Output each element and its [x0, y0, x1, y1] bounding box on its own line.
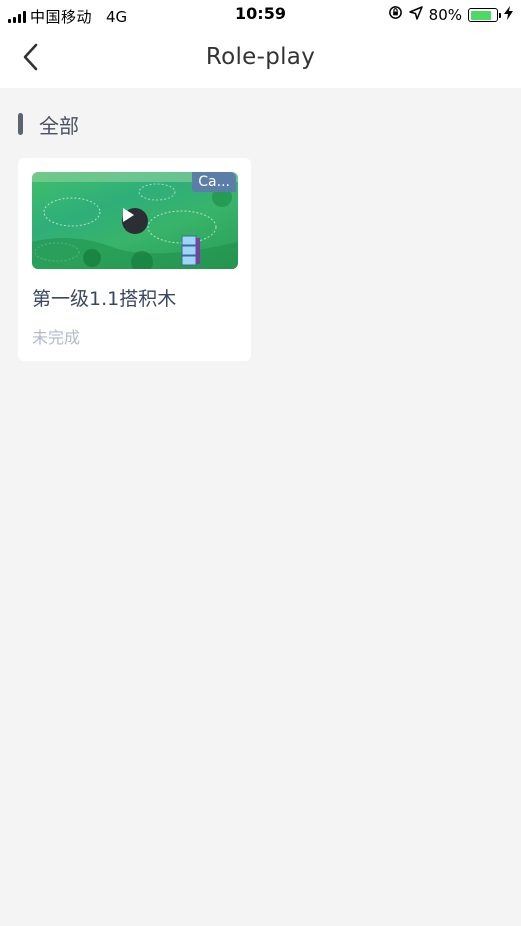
- lesson-status: 未完成: [32, 328, 81, 347]
- page-title: Role-play: [205, 44, 316, 70]
- battery-icon: [468, 8, 501, 22]
- location-icon: [408, 5, 423, 25]
- category-tag: Ca...: [192, 172, 236, 192]
- section-header: 全部: [18, 112, 79, 138]
- charging-icon: [504, 6, 513, 24]
- status-right: 80%: [388, 5, 513, 25]
- status-bar: 中国移动 4G 10:59 80%: [0, 0, 521, 30]
- lesson-title: 第一级1.1搭积木: [32, 288, 177, 310]
- section-title: 全部: [39, 113, 79, 138]
- section-marker: [18, 113, 23, 135]
- nav-bar: Role-play: [0, 30, 521, 88]
- lesson-card[interactable]: Ca... 第一级1.1搭积木 未完成: [18, 158, 251, 361]
- battery-percent: 80%: [428, 6, 462, 24]
- video-thumbnail[interactable]: Ca...: [32, 172, 238, 269]
- play-button[interactable]: [122, 208, 148, 234]
- orientation-lock-icon: [388, 5, 403, 25]
